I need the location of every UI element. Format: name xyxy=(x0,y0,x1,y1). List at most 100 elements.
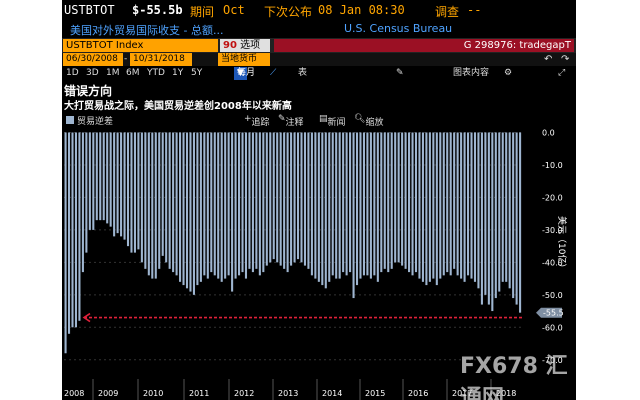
bar xyxy=(338,132,341,279)
bar xyxy=(224,132,227,279)
bar xyxy=(182,132,185,286)
x-tick-label: 2014 xyxy=(322,389,342,398)
bar xyxy=(172,132,175,273)
bar xyxy=(446,132,449,273)
range-3d[interactable]: 3D xyxy=(86,67,99,80)
description: 美国对外贸易国际收支 - 总额... xyxy=(70,24,224,37)
options-button[interactable]: 90 选项 xyxy=(220,39,270,52)
bar xyxy=(161,132,164,256)
line-chart-icon[interactable]: ⟋ xyxy=(270,67,276,80)
annotate-button[interactable]: ✎ 注释 xyxy=(278,114,304,128)
table-button[interactable]: 表 xyxy=(298,67,307,80)
bar xyxy=(362,132,365,276)
bar xyxy=(331,132,334,276)
y-tick-label: -50.0 xyxy=(542,291,563,300)
bar xyxy=(64,132,67,354)
options-code: 90 xyxy=(223,40,237,51)
source: U.S. Census Bureau xyxy=(344,22,453,35)
y-tick-label: -60.0 xyxy=(542,323,563,332)
bar xyxy=(276,132,279,263)
bar xyxy=(265,132,268,266)
subheadline: 大打贸易战之际，美国贸易逆差创2008年以来新高 xyxy=(64,101,292,112)
bar xyxy=(473,132,477,282)
bar xyxy=(199,132,202,282)
bar xyxy=(144,132,147,269)
x-tick-label: 2011 xyxy=(189,389,209,398)
bar xyxy=(283,132,286,269)
survey-label: 调查 xyxy=(435,5,460,19)
bar xyxy=(494,132,497,299)
undo-icon[interactable]: ↶ xyxy=(544,53,552,66)
range-1d[interactable]: 1D xyxy=(66,67,79,80)
bar xyxy=(147,132,150,276)
settings-icon[interactable]: ✎ xyxy=(396,67,404,80)
bar xyxy=(203,132,206,276)
date-separator: - xyxy=(124,54,128,64)
next-release-label: 下次公布 xyxy=(264,5,313,19)
end-date-input[interactable]: 10/31/2018 xyxy=(130,53,192,66)
bar xyxy=(151,132,154,279)
bar xyxy=(439,132,442,279)
period-value: Oct xyxy=(223,3,245,17)
bar xyxy=(67,132,71,334)
bar xyxy=(383,132,386,269)
bar xyxy=(404,132,407,269)
bar xyxy=(442,132,445,276)
bar xyxy=(217,132,220,279)
bar xyxy=(467,132,470,276)
zoom-button[interactable]: 🔍︎ 缩放 xyxy=(354,114,383,128)
range-6m[interactable]: 6M xyxy=(126,67,140,80)
toolbar: 1D 3D 1M 6M YTD 1Y 5Y 每月 ▼ ⟋ 表 ✎ 图表内容 ⚙ … xyxy=(62,67,576,80)
security-input[interactable]: USTBTOT Index xyxy=(63,39,218,52)
bar xyxy=(210,132,213,273)
bar xyxy=(109,132,112,227)
chart-content-button[interactable]: 图表内容 xyxy=(453,67,489,80)
command-bar: USTBTOT Index 90 选项 G 298976: tradegapT xyxy=(62,38,576,53)
legend-row: 贸易逆差 + 追踪 ✎ 注释 ▤ 新闻 🔍︎ 缩放 xyxy=(62,113,576,128)
bar xyxy=(369,132,372,279)
x-tick-label: 2009 xyxy=(98,389,118,398)
range-1m[interactable]: 1M xyxy=(106,67,120,80)
watermark: FX678 汇通网 xyxy=(460,354,568,400)
bar xyxy=(213,132,216,276)
bar xyxy=(300,132,303,263)
bar xyxy=(408,132,411,273)
bar xyxy=(120,132,123,237)
bar xyxy=(81,132,84,273)
bar xyxy=(238,132,241,276)
news-button[interactable]: ▤ 新闻 xyxy=(319,114,346,128)
bar xyxy=(355,132,359,286)
x-tick-label: 2012 xyxy=(234,389,254,398)
headline: 错误方向 xyxy=(64,84,113,98)
bar xyxy=(366,132,369,276)
redo-icon[interactable]: ↷ xyxy=(561,53,569,66)
date-bar: 06/30/2008 - 10/31/2018 当地货币 ↶ ↷ xyxy=(62,53,576,66)
bar xyxy=(78,132,81,321)
bar xyxy=(251,132,254,273)
bar xyxy=(165,132,168,263)
bar xyxy=(133,132,136,253)
bar xyxy=(505,132,508,282)
bar xyxy=(158,132,161,269)
bar xyxy=(154,132,157,279)
export-icon[interactable]: ⤢ xyxy=(558,67,565,80)
track-button[interactable]: + 追踪 xyxy=(244,114,270,128)
bar xyxy=(515,132,518,305)
bar xyxy=(192,132,195,295)
currency-select[interactable]: 当地货币 xyxy=(218,53,270,66)
next-release-value: 08 Jan 08:30 xyxy=(318,3,405,17)
bar xyxy=(421,132,424,282)
bar xyxy=(293,132,296,263)
bar xyxy=(189,132,192,292)
bar xyxy=(456,132,459,276)
frequency-select[interactable]: 每月 ▼ xyxy=(234,67,255,80)
bar xyxy=(99,132,102,221)
bar xyxy=(307,132,310,269)
bar xyxy=(102,132,105,221)
bar xyxy=(470,132,473,279)
gear-icon[interactable]: ⚙ xyxy=(504,67,512,80)
range-ytd[interactable]: YTD xyxy=(147,67,165,80)
range-1y[interactable]: 1Y xyxy=(172,67,183,80)
start-date-input[interactable]: 06/30/2008 xyxy=(63,53,123,66)
range-5y[interactable]: 5Y xyxy=(191,67,202,80)
